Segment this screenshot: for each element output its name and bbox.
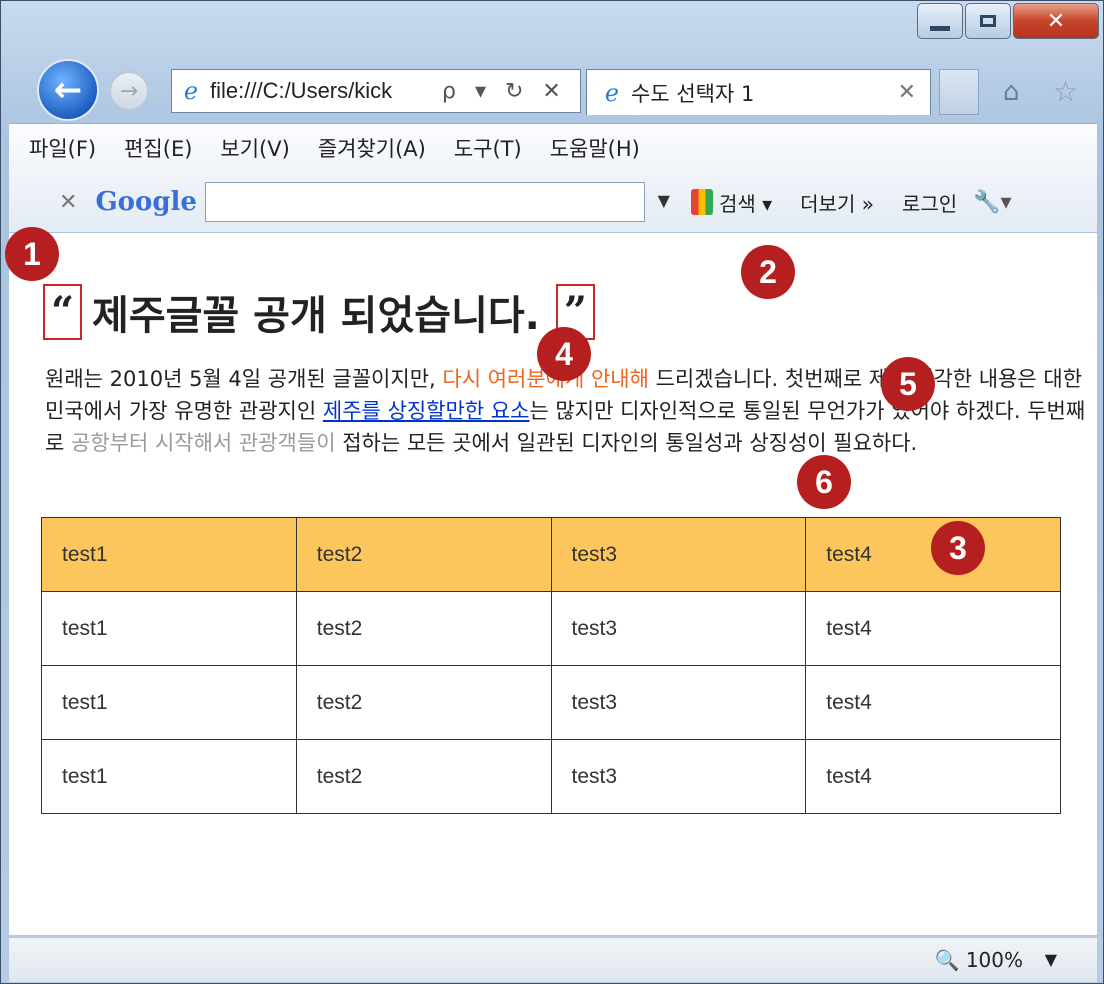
table-cell: test1 bbox=[41, 517, 297, 592]
jeju-symbol-link[interactable]: 제주를 상징할만한 요소 bbox=[323, 399, 530, 423]
chevron-down-icon[interactable]: ▼ bbox=[1045, 950, 1057, 969]
google-toolbar: ✕ Google ▼ 검색 ▾ 더보기 » 로그인 🔧▾ bbox=[9, 176, 1097, 228]
para-text: 원래는 2010년 5월 4일 공개된 글꼴이지만, bbox=[45, 367, 443, 391]
forward-button[interactable]: → bbox=[109, 71, 149, 111]
zoom-level[interactable]: 🔍 100% bbox=[935, 948, 1023, 972]
maximize-button[interactable] bbox=[965, 3, 1011, 39]
ie-icon: ℯ bbox=[604, 78, 620, 107]
google-search-input[interactable]: ▼ bbox=[204, 182, 670, 222]
chevron-down-icon[interactable]: ▼ bbox=[658, 191, 670, 210]
address-bar[interactable]: ℯ file:///C:/Users/kick ρ ▾ ↻ ✕ bbox=[171, 69, 581, 113]
annotation-badge-4: 4 bbox=[537, 327, 591, 381]
table-cell: test2 bbox=[295, 517, 552, 592]
tab-title: 수도 선택자 1 bbox=[631, 81, 755, 106]
para-text: 접하는 모든 곳에서 일관된 디자인의 통일성과 상징성이 필요하다. bbox=[335, 431, 918, 455]
zoom-icon: 🔍 bbox=[934, 948, 960, 972]
close-toolbar-icon[interactable]: ✕ bbox=[59, 190, 77, 215]
annotation-badge-3: 3 bbox=[931, 521, 985, 575]
menu-bar: 파일(F) 편집(E) 보기(V) 즐겨찾기(A) 도구(T) 도움말(H) bbox=[29, 126, 640, 170]
menu-help[interactable]: 도움말(H) bbox=[550, 133, 640, 163]
toolbar-area: 파일(F) 편집(E) 보기(V) 즐겨찾기(A) 도구(T) 도움말(H) ✕… bbox=[9, 123, 1097, 232]
tab-close-icon[interactable]: ✕ bbox=[898, 80, 916, 105]
login-button[interactable]: 로그인 bbox=[902, 188, 957, 217]
page-heading: “ 제주글꼴 공개 되었습니다. ” bbox=[43, 283, 605, 341]
open-quote: “ bbox=[43, 284, 83, 340]
address-actions[interactable]: ρ ▾ ↻ ✕ bbox=[442, 79, 567, 104]
tab-active[interactable]: ℯ 수도 선택자 1 ✕ bbox=[586, 69, 931, 115]
home-icon[interactable]: ⌂ bbox=[1003, 77, 1020, 107]
heading-text: 제주글꼴 공개 되었습니다. bbox=[92, 293, 540, 339]
annotation-badge-2: 2 bbox=[741, 245, 795, 299]
table-row: test1 test2 test3 test4 bbox=[41, 665, 1061, 740]
table-cell: test3 bbox=[550, 591, 807, 666]
menu-favorites[interactable]: 즐겨찾기(A) bbox=[318, 133, 426, 163]
menu-tools[interactable]: 도구(T) bbox=[454, 133, 522, 163]
table-cell: test3 bbox=[550, 665, 807, 740]
table-cell: test3 bbox=[550, 739, 807, 814]
window-controls: ✕ bbox=[915, 3, 1099, 39]
menu-view[interactable]: 보기(V) bbox=[220, 133, 289, 163]
table-cell: test1 bbox=[41, 665, 297, 740]
annotation-badge-1: 1 bbox=[5, 227, 59, 281]
minimize-icon bbox=[930, 25, 950, 31]
table-cell: test2 bbox=[295, 665, 552, 740]
table-header-row: test1 test2 test3 test4 bbox=[41, 517, 1061, 592]
zoom-value: 100% bbox=[965, 948, 1023, 972]
data-table: test1 test2 test3 test4 test1 test2 test… bbox=[41, 517, 1061, 814]
table-cell: test4 bbox=[805, 591, 1061, 666]
table-cell: test2 bbox=[295, 739, 552, 814]
table-cell: test4 bbox=[805, 739, 1061, 814]
table-row: test1 test2 test3 test4 bbox=[41, 739, 1061, 814]
menu-file[interactable]: 파일(F) bbox=[29, 133, 96, 163]
navigation-bar: ← → ℯ file:///C:/Users/kick ρ ▾ ↻ ✕ ℯ 수도… bbox=[1, 53, 1103, 121]
back-button[interactable]: ← bbox=[37, 59, 99, 121]
search-label: 검색 ▾ bbox=[718, 191, 773, 216]
wrench-icon[interactable]: 🔧▾ bbox=[973, 190, 1011, 215]
table-cell: test1 bbox=[41, 591, 297, 666]
status-bar: 🔍 100% ▼ bbox=[9, 937, 1097, 982]
minimize-button[interactable] bbox=[917, 3, 963, 39]
table-row: test1 test2 test3 test4 bbox=[41, 591, 1061, 666]
google-search-button[interactable]: 검색 ▾ bbox=[690, 188, 773, 217]
favorites-star-icon[interactable]: ☆ bbox=[1053, 75, 1078, 108]
close-icon: ✕ bbox=[1046, 8, 1066, 34]
ie-icon: ℯ bbox=[183, 77, 199, 105]
back-arrow-icon: ← bbox=[53, 70, 83, 110]
highlight-gray: 공항부터 시작해서 관광객들이 bbox=[71, 431, 336, 455]
table-cell: test3 bbox=[550, 517, 807, 592]
browser-window: ✕ ← → ℯ file:///C:/Users/kick ρ ▾ ↻ ✕ ℯ … bbox=[0, 0, 1104, 984]
forward-arrow-icon: → bbox=[119, 78, 139, 104]
close-window-button[interactable]: ✕ bbox=[1013, 3, 1099, 39]
google-icon bbox=[690, 189, 713, 215]
address-url[interactable]: file:///C:/Users/kick bbox=[210, 78, 438, 104]
menu-edit[interactable]: 편집(E) bbox=[124, 133, 192, 163]
annotation-badge-6: 6 bbox=[797, 455, 851, 509]
google-logo: Google bbox=[95, 187, 197, 217]
maximize-icon bbox=[980, 15, 996, 27]
more-button[interactable]: 더보기 » bbox=[800, 188, 874, 217]
table-cell: test2 bbox=[295, 591, 552, 666]
table-cell: test4 bbox=[805, 665, 1061, 740]
new-tab-button[interactable] bbox=[939, 69, 979, 115]
table-cell: test1 bbox=[41, 739, 297, 814]
annotation-badge-5: 5 bbox=[881, 357, 935, 411]
